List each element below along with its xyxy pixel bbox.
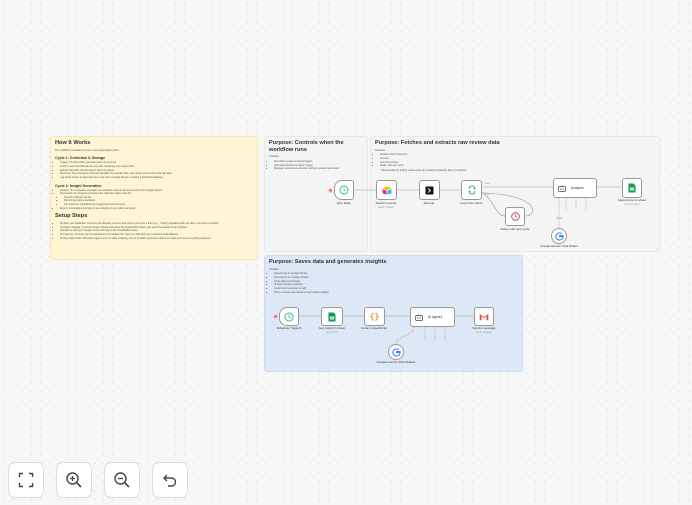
google-sheets-icon [628,183,636,193]
node-delay-label: Delay until next cycle [500,227,530,231]
node-gemini1-label: Google Gemini Chat Model [540,244,578,248]
sticky-note-how-it-works[interactable]: How It Works The workflow is divided int… [50,136,258,260]
node-get-rows-sub: read: sheet [326,331,338,334]
fetch-note-desc: Responsible for pulling review links and… [381,168,467,172]
zoom-out-icon [114,472,130,488]
setup-list: Prepare your Database: Connect your Blue… [55,222,253,240]
node-decode[interactable] [419,180,440,200]
sticky-note-fetch[interactable]: Purpose: Fetches and extracts raw review… [370,136,660,252]
list-item: Log: Each review is appended as a new ro… [60,176,253,180]
list-item: Timing: Adjust both Schedule Triggers (o… [60,237,253,241]
list-item: Delay until next cycle [380,164,655,168]
node-ai-agent1[interactable]: AI Agent1 [410,307,455,327]
node-gemini2-label: Google Gemini Chat Model1 [376,360,416,364]
decode-icon [425,186,434,194]
node-gemini-chat-model[interactable] [551,228,567,244]
list-item: Report: A formatted summary is sent dire… [60,207,253,211]
cycle2-title: Cycle 2: Insight Generation [55,183,102,188]
gmail-icon [479,313,489,320]
controls-note-title: Purpose: Controls when the workflow runs [269,140,344,153]
node-append-row[interactable] [622,178,642,198]
clock-icon [339,185,349,195]
node-append-row-sub: append: sheet [624,203,640,206]
list-item: Stores reviews and delivers AI-generated… [274,291,518,295]
node-analyzer[interactable]: Analyzer [553,178,597,198]
workflow-canvas[interactable]: How It Works The workflow is divided int… [0,0,692,505]
fetch-note-includes: Includes: [375,148,386,152]
node-send-message-sub: send: message [475,331,493,334]
fit-view-button[interactable] [8,462,44,498]
google-icon [554,231,564,241]
node-get-rows[interactable] [321,307,343,326]
node-code-label: Code in JavaScript [361,326,387,330]
robot-icon [558,184,566,192]
node-search-records[interactable] [376,180,397,200]
controls-note-list: Run Daily (review scraping trigger) Sche… [269,160,363,171]
fetch-note-title: Purpose: Fetches and extracts raw review… [375,140,500,146]
saves-note-title: Purpose: Saves data and generates insigh… [269,259,387,265]
saves-note-list: Append row in Google Sheets Get row(s) f… [269,272,518,294]
zoom-out-button[interactable] [104,462,140,498]
how-it-works-title: How It Works [55,140,91,146]
saves-note-includes: Includes: [269,267,280,271]
node-code[interactable]: {} [364,307,385,326]
node-search-records-sub: search: airtable [377,206,395,209]
fit-view-icon [18,472,34,488]
node-analyzer-label: Analyzer [571,186,584,190]
how-it-works-intro: The workflow is divided into two main au… [55,148,120,152]
node-schedule-trigger1[interactable] [279,307,299,326]
loop-loop-label: loop [485,194,490,196]
wait-icon [510,212,520,221]
setup-title: Setup Steps [55,213,88,220]
list-item: Manages automated execution without manu… [274,167,363,171]
controls-note-includes: Includes: [269,155,280,159]
cycle2-list: Analyze: On a separate schedule, the wor… [55,189,253,211]
zoom-in-icon [66,472,82,488]
node-gemini-chat-model1[interactable] [388,344,404,360]
cycle1-list: Trigger: The Run Daily schedule starts t… [55,161,253,179]
node-ai-agent1-label: AI Agent1 [428,315,443,319]
robot-icon [415,313,423,321]
loop-done-label: done [485,183,491,185]
node-run-daily[interactable] [334,180,354,200]
node-loop-label: Loop Over Items [459,201,483,205]
reset-zoom-button[interactable] [152,462,188,498]
google-sheets-icon [328,312,336,321]
google-icon [391,347,401,357]
node-delay[interactable] [505,207,525,226]
node-send-message[interactable] [474,307,494,326]
zoom-in-button[interactable] [56,462,92,498]
undo-icon [163,474,177,487]
airtable-icon [382,186,391,195]
analyzer-model-label: Model [556,218,563,220]
code-braces-icon: {} [369,312,380,321]
clock-icon [284,312,294,321]
node-loop-over-items[interactable] [461,180,482,200]
loop-icon [468,185,475,195]
fetch-note-list: Airtable Search Records Decode Loop Over… [375,153,655,168]
cycle1-title: Cycle 1: Collection & Storage [55,156,106,161]
